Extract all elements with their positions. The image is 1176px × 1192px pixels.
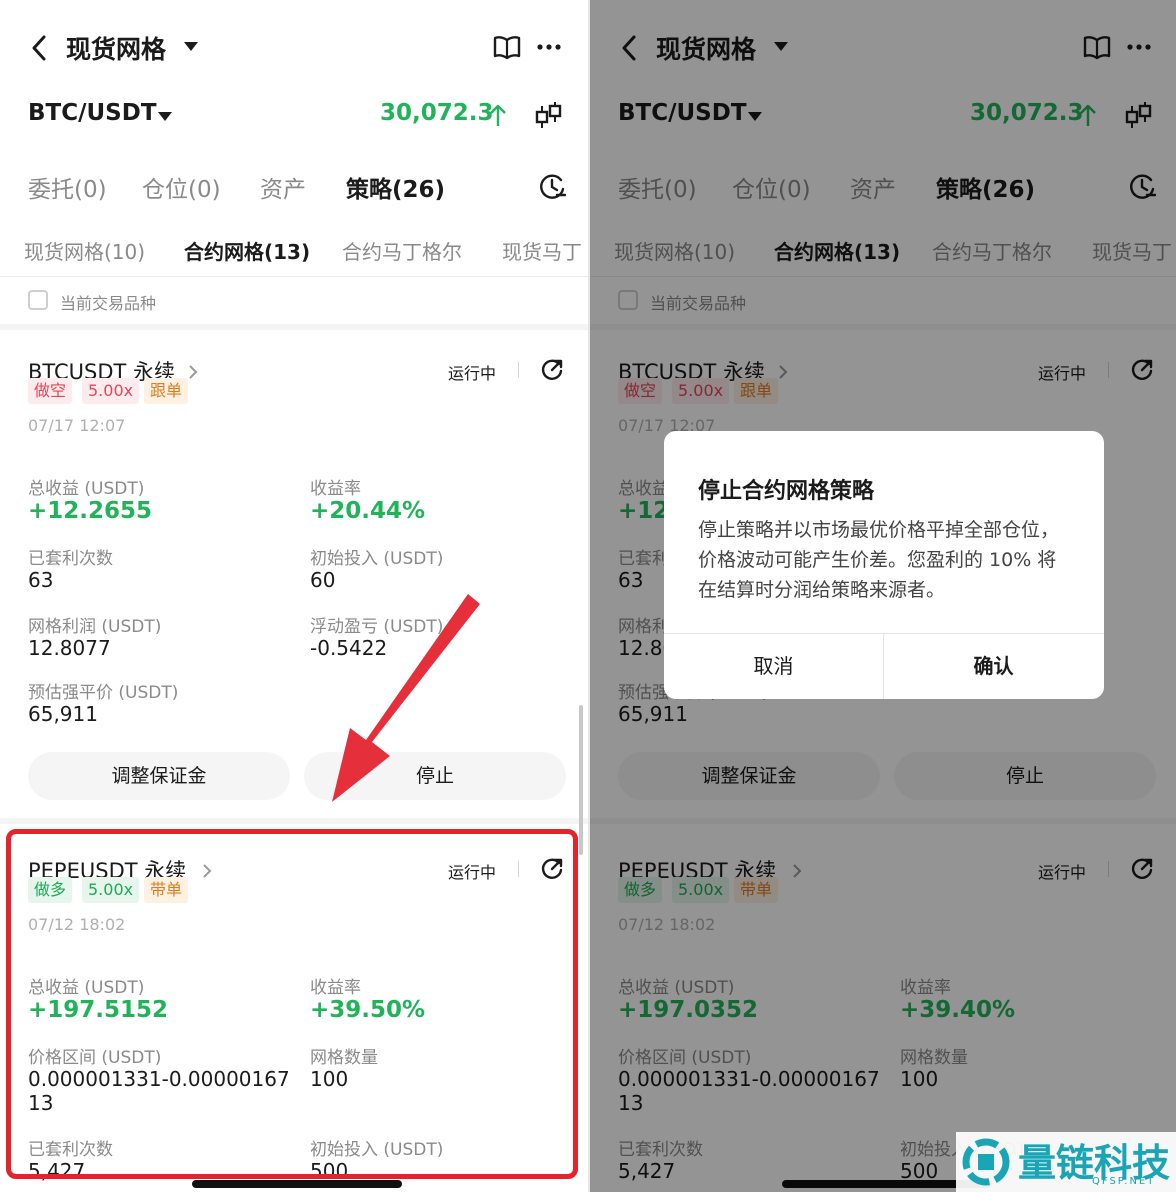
book-icon[interactable] [492, 34, 522, 60]
adjust-margin-button[interactable]: 调整保证金 [28, 752, 290, 800]
watermark-domain: QFSP.NET [1092, 1176, 1156, 1187]
scrollbar[interactable] [579, 705, 583, 855]
candlestick-chart-icon[interactable] [534, 100, 562, 132]
stop-strategy-dialog: 停止合约网格策略停止策略并以市场最优价格平掉全部仓位，价格波动可能产生价差。您盈… [664, 431, 1104, 699]
total-pnl-label: 总收益 (USDT) [28, 479, 145, 499]
card-gap [0, 818, 588, 824]
copy-trade-tag: 跟单 [144, 378, 189, 404]
subtab-divider [0, 276, 588, 277]
title-dropdown-caret-icon[interactable] [184, 42, 198, 51]
more-icon[interactable] [536, 34, 562, 60]
arrow-up-icon [488, 102, 508, 128]
total-pnl-value: +12.2655 [28, 498, 153, 524]
current-pair-checkbox-label: 当前交易品种 [60, 294, 157, 313]
status-separator [518, 362, 519, 378]
current-pair-checkbox[interactable] [28, 290, 48, 310]
initial-investment-value: 60 [310, 568, 336, 592]
pnl-rate-value: +20.44% [310, 498, 426, 524]
dialog-confirm-button[interactable]: 确认 [884, 634, 1103, 699]
subtab-spot-martingale[interactable]: 现货马丁 [502, 236, 582, 265]
highlight-box [6, 829, 578, 1179]
history-icon[interactable] [538, 172, 567, 200]
initial-investment-label: 初始投入 (USDT) [310, 549, 444, 569]
right-panel: 现货网格 BTC/USDT 30,072.3 委托(0) 仓位(0) 资产 策略(26) 现货… [590, 0, 1176, 1192]
tab-assets[interactable]: 资产 [260, 170, 306, 204]
last-price: 30,072.3 [380, 100, 494, 126]
subtab-spot-grid[interactable]: 现货网格(10) [24, 236, 145, 265]
direction-tag: 做空 [28, 378, 73, 404]
page-title[interactable]: 现货网格 [66, 30, 166, 66]
tab-strategies[interactable]: 策略(26) [346, 170, 445, 204]
dialog-message: 停止策略并以市场最优价格平掉全部仓位，价格波动可能产生价差。您盈利的 10% 将… [698, 519, 1060, 601]
arbitrage-count-label: 已套利次数 [28, 549, 113, 569]
tab-positions[interactable]: 仓位(0) [142, 170, 221, 204]
est-liquidation-price-label: 预估强平价 (USDT) [28, 683, 179, 703]
grid-profit-value: 12.8077 [28, 636, 111, 660]
brand-logo-icon [960, 1136, 1012, 1188]
back-icon[interactable] [28, 34, 52, 62]
chevron-right-icon[interactable] [188, 364, 198, 380]
est-liquidation-price-value: 65,911 [28, 702, 98, 726]
tab-orders[interactable]: 委托(0) [28, 170, 107, 204]
created-time: 07/17 12:07 [28, 416, 126, 435]
arbitrage-count-value: 63 [28, 568, 54, 592]
subtab-futures-martingale[interactable]: 合约马丁格尔 [342, 236, 462, 265]
trading-pair-selector[interactable]: BTC/USDT [28, 100, 157, 126]
pnl-rate-label: 收益率 [310, 479, 361, 499]
subtab-futures-grid[interactable]: 合约网格(13) [184, 236, 310, 265]
annotation-arrow [320, 590, 480, 810]
left-panel: 现货网格 BTC/USDT 30,072.3 委托(0) 仓位(0) 资产 策略(26) 现货… [0, 0, 588, 1192]
status-running: 运行中 [448, 364, 497, 383]
home-indicator [192, 1180, 402, 1188]
grid-profit-label: 网格利润 (USDT) [28, 617, 162, 637]
section-gap [0, 324, 588, 330]
screenshot-stage: 现货网格 BTC/USDT 30,072.3 委托(0) 仓位(0) 资产 策略(26) 现货… [0, 0, 1176, 1192]
pair-dropdown-caret-icon[interactable] [158, 112, 172, 121]
dialog-title: 停止合约网格策略 [698, 479, 875, 504]
share-icon[interactable] [540, 358, 564, 382]
leverage-tag: 5.00x [82, 378, 140, 404]
dialog-cancel-button[interactable]: 取消 [664, 634, 883, 699]
watermark: 量链科技 QFSP.NET [956, 1132, 1176, 1192]
